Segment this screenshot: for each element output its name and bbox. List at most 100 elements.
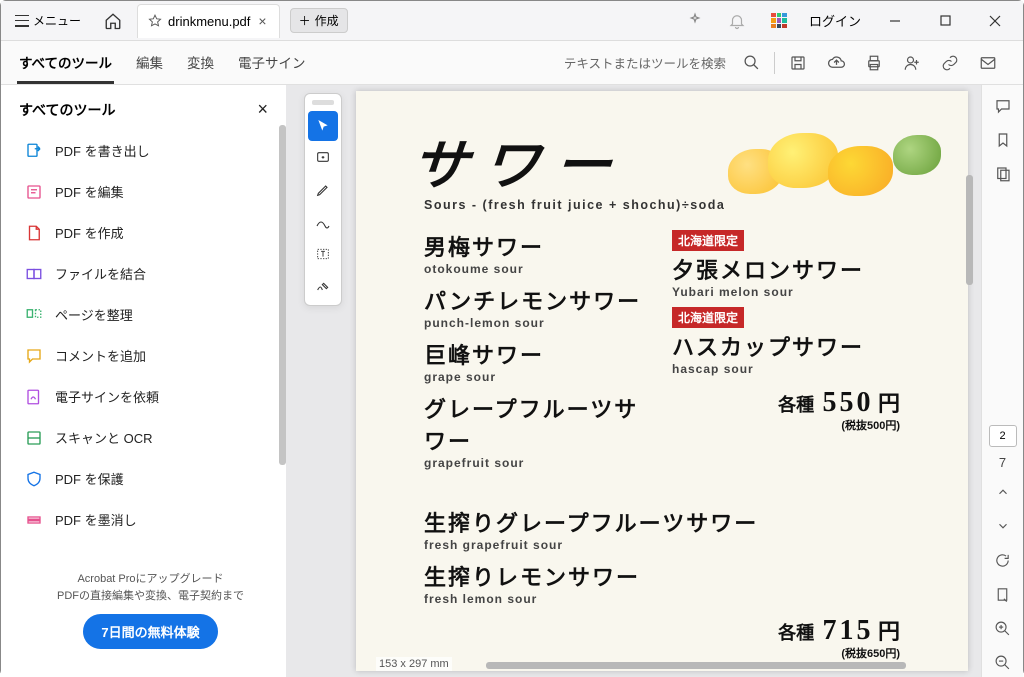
sidebar-title: すべてのツール bbox=[19, 100, 115, 120]
close-window-button[interactable] bbox=[973, 5, 1017, 37]
free-trial-button[interactable]: 7日間の無料体験 bbox=[83, 614, 217, 649]
sidebar-item-create[interactable]: PDF を作成 bbox=[19, 214, 282, 251]
item-jp: 生搾りグレープフルーツサワー bbox=[424, 506, 900, 538]
sidebar-item-export[interactable]: PDF を書き出し bbox=[19, 132, 282, 169]
price-each: 各種 bbox=[778, 623, 814, 643]
page-down-button[interactable] bbox=[986, 511, 1020, 541]
upgrade-text-2: PDFの直接編集や変換、電子契約まで bbox=[27, 588, 274, 605]
sidebar-item-combine[interactable]: ファイルを結合 bbox=[19, 255, 282, 292]
tab-edit[interactable]: 編集 bbox=[134, 42, 165, 84]
home-button[interactable] bbox=[95, 5, 131, 37]
toolbar-drag-handle[interactable] bbox=[312, 100, 334, 105]
sidebar-item-redact[interactable]: PDF を墨消し bbox=[19, 501, 282, 538]
page-number-input[interactable]: 2 bbox=[989, 425, 1017, 447]
separator bbox=[774, 52, 775, 74]
cloud-upload-button[interactable] bbox=[817, 45, 855, 81]
sparkle-icon bbox=[686, 12, 704, 30]
item-en: grape sour bbox=[424, 370, 652, 384]
zoom-out-button[interactable] bbox=[986, 647, 1020, 677]
sidebar-item-esign[interactable]: 電子サインを依頼 bbox=[19, 378, 282, 415]
sidebar-item-protect[interactable]: PDF を保護 bbox=[19, 460, 282, 497]
tab-esign[interactable]: 電子サイン bbox=[236, 42, 308, 84]
sticky-note-icon bbox=[315, 150, 331, 166]
price-value: 550 bbox=[823, 387, 874, 418]
select-tool[interactable] bbox=[308, 111, 338, 141]
pages-icon bbox=[994, 165, 1012, 183]
redact-icon bbox=[25, 511, 43, 529]
chevron-up-icon bbox=[996, 485, 1010, 499]
sidebar-footer: Acrobat Proにアップグレード PDFの直接編集や変換、電子契約まで 7… bbox=[19, 557, 282, 667]
sidebar-close-button[interactable]: × bbox=[253, 99, 272, 120]
page-display-button[interactable] bbox=[986, 579, 1020, 609]
item-en: punch-lemon sour bbox=[424, 316, 652, 330]
plus-icon: ＋ bbox=[299, 12, 311, 29]
left-column: 男梅サワー otokoume sour パンチレモンサワー punch-lemo… bbox=[424, 230, 652, 478]
tab-convert[interactable]: 変換 bbox=[185, 42, 216, 84]
page-up-button[interactable] bbox=[986, 477, 1020, 507]
sidebar-item-label: ファイルを結合 bbox=[55, 264, 146, 283]
new-tab-button[interactable]: ＋ 作成 bbox=[290, 8, 348, 33]
app-menu-button[interactable]: メニュー bbox=[7, 8, 89, 33]
tab-all-tools[interactable]: すべてのツール bbox=[17, 42, 114, 84]
share-feedback-button[interactable] bbox=[893, 45, 931, 81]
print-icon bbox=[865, 54, 883, 72]
zoom-in-button[interactable] bbox=[986, 613, 1020, 643]
comments-panel-button[interactable] bbox=[986, 91, 1020, 121]
bookmarks-panel-button[interactable] bbox=[986, 125, 1020, 155]
add-user-icon bbox=[903, 54, 921, 72]
textbox-tool[interactable] bbox=[308, 239, 338, 269]
email-button[interactable] bbox=[969, 45, 1007, 81]
price-unit: 円 bbox=[878, 619, 900, 644]
item-jp: 男梅サワー bbox=[424, 230, 652, 262]
ai-assistant-button[interactable] bbox=[677, 5, 713, 37]
toolbar-tabs: すべてのツール 編集 変換 電子サイン bbox=[17, 42, 308, 84]
horizontal-scrollbar[interactable] bbox=[486, 662, 906, 669]
vertical-scrollbar[interactable] bbox=[966, 175, 973, 285]
main-toolbar: すべてのツール 編集 変換 電子サイン テキストまたはツールを検索 bbox=[1, 41, 1023, 85]
rotate-icon bbox=[994, 552, 1011, 569]
page-total: 7 bbox=[986, 451, 1020, 473]
link-button[interactable] bbox=[931, 45, 969, 81]
price-each: 各種 bbox=[778, 395, 814, 415]
highlighter-icon bbox=[315, 182, 331, 198]
sidebar-item-comment[interactable]: コメントを追加 bbox=[19, 337, 282, 374]
item-en: hascap sour bbox=[672, 362, 900, 376]
sign-tool[interactable] bbox=[308, 271, 338, 301]
comment-tool[interactable] bbox=[308, 143, 338, 173]
create-icon bbox=[25, 224, 43, 242]
minimize-button[interactable] bbox=[873, 5, 917, 37]
tab-close-button[interactable]: × bbox=[256, 13, 268, 29]
esign-icon bbox=[25, 388, 43, 406]
maximize-button[interactable] bbox=[923, 5, 967, 37]
login-button[interactable]: ログイン bbox=[803, 11, 867, 30]
price-value: 715 bbox=[823, 615, 874, 646]
document-area: サワー Sours - (fresh fruit juice + shochu)… bbox=[286, 85, 981, 677]
apps-button[interactable] bbox=[761, 5, 797, 37]
thumbnails-panel-button[interactable] bbox=[986, 159, 1020, 189]
save-button[interactable] bbox=[779, 45, 817, 81]
rotate-button[interactable] bbox=[986, 545, 1020, 575]
document-tab[interactable]: drinkmenu.pdf × bbox=[137, 4, 280, 38]
item-jp: グレープフルーツサワー bbox=[424, 392, 652, 456]
draw-icon bbox=[315, 214, 331, 230]
sidebar-scrollbar[interactable] bbox=[279, 125, 286, 465]
sidebar-item-edit[interactable]: PDF を編集 bbox=[19, 173, 282, 210]
sidebar-item-scan[interactable]: スキャンと OCR bbox=[19, 419, 282, 456]
notifications-button[interactable] bbox=[719, 5, 755, 37]
pdf-page[interactable]: サワー Sours - (fresh fruit juice + shochu)… bbox=[356, 91, 968, 671]
draw-tool[interactable] bbox=[308, 207, 338, 237]
cloud-upload-icon bbox=[827, 53, 846, 72]
sidebar-item-label: PDF を編集 bbox=[55, 182, 124, 201]
print-button[interactable] bbox=[855, 45, 893, 81]
sidebar-item-label: PDF を保護 bbox=[55, 469, 124, 488]
sidebar-item-organize[interactable]: ページを整理 bbox=[19, 296, 282, 333]
zoom-out-icon bbox=[994, 654, 1011, 671]
highlight-tool[interactable] bbox=[308, 175, 338, 205]
item-jp: ハスカップサワー bbox=[672, 330, 900, 362]
section-title-jp: サワー bbox=[409, 121, 915, 200]
bell-icon bbox=[728, 12, 746, 30]
price-tax: (税抜650円) bbox=[424, 645, 900, 661]
search-button[interactable] bbox=[732, 45, 770, 81]
right-rail: 2 7 bbox=[981, 85, 1023, 677]
menu-columns: 男梅サワー otokoume sour パンチレモンサワー punch-lemo… bbox=[424, 230, 900, 478]
